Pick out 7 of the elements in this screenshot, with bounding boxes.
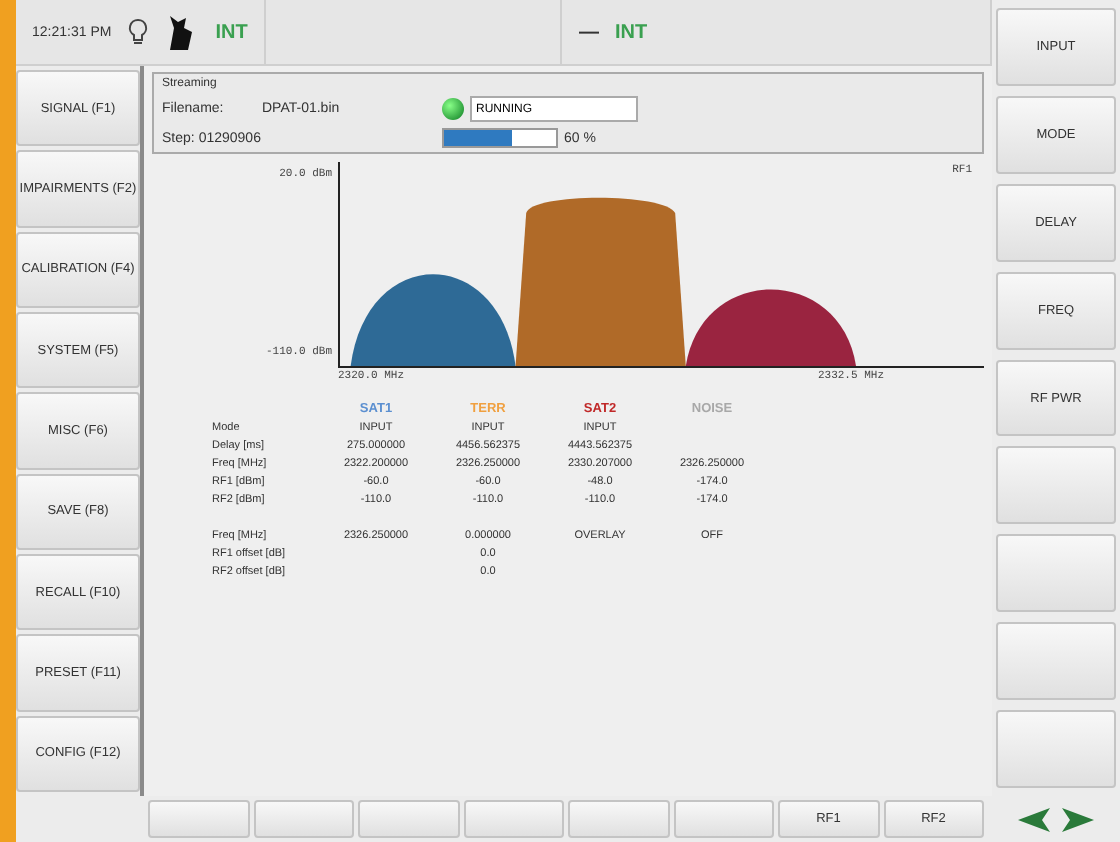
dash-symbol: — bbox=[578, 21, 599, 43]
source-status: INT bbox=[614, 21, 648, 43]
left-arrow-icon[interactable] bbox=[1018, 807, 1050, 831]
progress-bar bbox=[442, 128, 558, 148]
source-status: INT bbox=[215, 21, 248, 43]
light-bulb-icon bbox=[127, 18, 148, 46]
right-arrow-icon[interactable] bbox=[1062, 807, 1094, 831]
